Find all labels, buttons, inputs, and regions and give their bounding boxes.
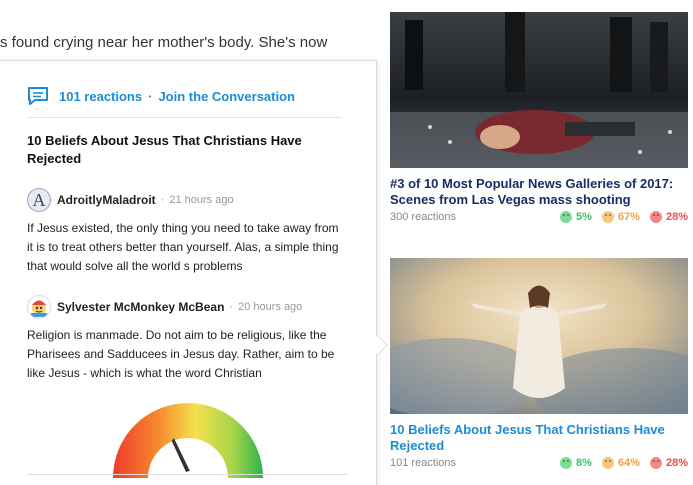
happy-reaction[interactable]: 8% <box>560 457 592 469</box>
comment-time: 20 hours ago <box>238 301 303 313</box>
conversation-title: 10 Beliefs About Jesus That Christians H… <box>27 133 302 166</box>
meh-percent: 67% <box>617 211 640 223</box>
comment-dot: · <box>229 301 234 313</box>
card-image-las-vegas[interactable] <box>390 12 688 168</box>
card-image-jesus[interactable] <box>390 258 688 414</box>
card-title-text[interactable]: 10 Beliefs About Jesus That Christians H… <box>390 422 665 453</box>
sad-reaction[interactable]: 28% <box>649 457 688 469</box>
sad-percent: 28% <box>665 457 688 469</box>
meh-reaction[interactable]: 67% <box>601 211 640 223</box>
conversation-header[interactable]: 101 reactions · Join the Conversation <box>27 85 295 107</box>
sad-percent: 28% <box>665 211 688 223</box>
card-meta: 300 reactions 5% 67% 28% <box>390 211 688 223</box>
happy-face-icon <box>560 211 573 223</box>
comment-time: 21 hours ago <box>169 194 234 206</box>
comment-body: Religion is manmade. Do not aim to be re… <box>27 328 335 380</box>
card-title-link[interactable]: 10 Beliefs About Jesus That Christians H… <box>390 422 690 454</box>
comment-body: If Jesus existed, the only thing you nee… <box>27 221 339 273</box>
reaction-gauge <box>110 398 266 478</box>
avatar[interactable]: A <box>27 188 51 212</box>
sad-face-icon <box>649 211 662 223</box>
card-reactions-count: 300 reactions <box>390 211 457 223</box>
comment: A AdroitlyMaladroit · 21 hours ago If Je… <box>27 187 347 276</box>
gauge-icon <box>113 403 263 478</box>
happy-reaction[interactable]: 5% <box>560 211 592 223</box>
join-conversation-link[interactable]: Join the Conversation <box>158 89 295 104</box>
comment: Sylvester McMonkey McBean · 20 hours ago… <box>27 294 347 383</box>
news-photo <box>390 12 688 168</box>
meh-face-icon <box>601 457 614 469</box>
bottom-divider <box>27 474 347 475</box>
comment-dot: · <box>160 194 165 206</box>
reactions-count-link[interactable]: 101 reactions <box>59 89 142 104</box>
meh-percent: 64% <box>617 457 640 469</box>
chat-bubble-icon <box>28 87 48 105</box>
comment-author[interactable]: AdroitlyMaladroit <box>57 193 156 207</box>
card-reactions-count: 101 reactions <box>390 457 457 469</box>
jesus-clouds-photo <box>390 258 688 414</box>
header-divider <box>27 117 342 118</box>
cartoon-avatar-icon <box>31 300 47 317</box>
comment-author[interactable]: Sylvester McMonkey McBean <box>57 300 224 314</box>
sad-reaction[interactable]: 28% <box>649 211 688 223</box>
article-snippet: s found crying near her mother's body. S… <box>0 34 328 51</box>
card-title-link[interactable]: #3 of 10 Most Popular News Galleries of … <box>390 176 690 208</box>
meh-reaction[interactable]: 64% <box>601 457 640 469</box>
happy-face-icon <box>560 457 573 469</box>
happy-percent: 8% <box>576 457 592 469</box>
sad-face-icon <box>649 457 662 469</box>
card-title-text[interactable]: #3 of 10 Most Popular News Galleries of … <box>390 176 673 207</box>
happy-percent: 5% <box>576 211 592 223</box>
meh-face-icon <box>601 211 614 223</box>
card-meta: 101 reactions 8% 64% 28% <box>390 457 688 469</box>
avatar[interactable] <box>27 295 51 319</box>
header-separator: · <box>148 88 153 104</box>
